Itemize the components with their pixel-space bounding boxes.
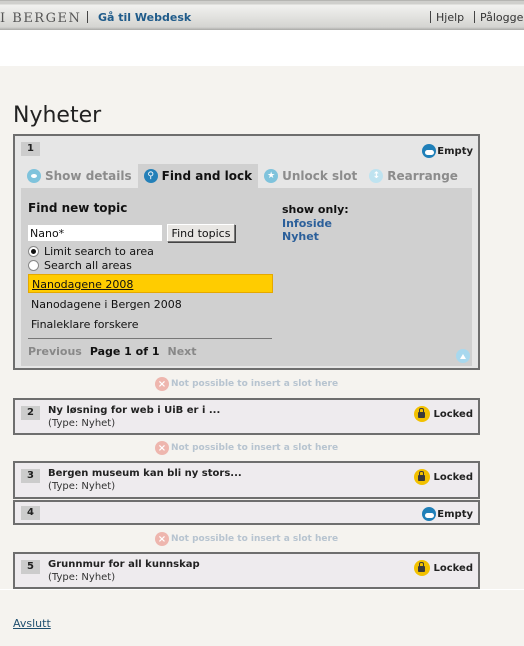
slot-1: 1 Empty Show details ⚲ Find and lock ★ U… (13, 134, 480, 370)
cloud-icon (422, 144, 437, 158)
radio-search-all[interactable]: Search all areas (28, 259, 132, 272)
eye-icon (27, 169, 41, 183)
close-icon: × (154, 441, 169, 455)
divider (0, 589, 524, 590)
status-label: Locked (433, 471, 474, 483)
slot-type: (Type: Nyhet) (48, 572, 116, 583)
filter-nyhet[interactable]: Nyhet (282, 230, 319, 243)
magnifier-icon: ⚲ (143, 169, 158, 183)
next-link[interactable]: Next (168, 345, 197, 358)
result-item[interactable]: Nanodagene i Bergen 2008 (28, 295, 273, 314)
tab-label: Rearrange (387, 169, 458, 183)
slot-status: Locked (413, 560, 474, 576)
lock-icon (413, 469, 430, 485)
find-topics-button[interactable]: Find topics (167, 224, 235, 242)
slot-4[interactable]: 4 Empty (13, 500, 480, 525)
slot-number: 5 (21, 560, 40, 574)
brand-logo-text: I BERGEN (0, 11, 82, 26)
tab-unlock-slot[interactable]: ★ Unlock slot (258, 164, 363, 188)
header-spacer (0, 30, 524, 66)
result-item[interactable]: Nanodagene 2008 (28, 274, 273, 293)
status-label: Locked (433, 408, 474, 420)
pager: Previous Page 1 of 1 Next (28, 345, 197, 358)
slot-status: Empty (422, 144, 473, 158)
tab-label: Find and lock (161, 169, 253, 183)
slot-status: Locked (413, 469, 474, 485)
slot-5[interactable]: 5 Grunnmur for all kunnskap (Type: Nyhet… (13, 552, 480, 589)
status-label: Empty (437, 508, 473, 520)
insert-note: × Not possible to insert a slot here (13, 377, 480, 391)
slot-number: 1 (21, 142, 40, 156)
slot-title: Ny løsning for web i UiB er i ... (48, 405, 221, 416)
find-heading: Find new topic (28, 201, 128, 215)
find-panel: Find new topic Find topics Limit search … (21, 188, 472, 366)
slot-status: Empty (422, 507, 473, 521)
radio-label: Limit search to area (44, 245, 154, 258)
lock-icon (413, 406, 430, 422)
tab-label: Show details (45, 169, 132, 183)
slot-2[interactable]: 2 Ny løsning for web i UiB er i ... (Typ… (13, 398, 480, 435)
slot-type: (Type: Nyhet) (48, 418, 116, 429)
tab-label: Unlock slot (282, 169, 358, 183)
filter-infoside[interactable]: Infoside (282, 217, 332, 230)
slot-title: Bergen museum kan bli ny stors... (48, 468, 242, 479)
collapse-up-icon[interactable] (456, 349, 470, 363)
page-indicator: Page 1 of 1 (89, 345, 160, 358)
slot-status: Locked (413, 406, 474, 422)
slot-title: Grunnmur for all kunnskap (48, 559, 200, 570)
slot-number: 3 (21, 469, 40, 483)
insert-note-text: Not possible to insert a slot here (170, 443, 339, 453)
radio-label: Search all areas (44, 259, 132, 272)
insert-note-text: Not possible to insert a slot here (170, 534, 339, 544)
webdesk-link[interactable]: Gå til Webdesk (98, 11, 191, 24)
divider (430, 11, 431, 23)
star-icon: ★ (264, 169, 279, 183)
help-link[interactable]: Hjelp (436, 11, 464, 24)
cloud-icon (422, 507, 437, 521)
divider (28, 338, 272, 339)
tab-find-and-lock[interactable]: ⚲ Find and lock (137, 164, 259, 188)
arrows-icon: ↕ (369, 169, 384, 183)
result-item[interactable]: Finaleklare forskere (28, 315, 273, 334)
top-bar: I BERGEN Gå til Webdesk Hjelp Pålogge (0, 0, 524, 30)
page-title: Nyheter (13, 103, 102, 128)
divider (474, 11, 475, 23)
insert-note: × Not possible to insert a slot here (13, 441, 480, 455)
slot-3[interactable]: 3 Bergen museum kan bli ny stors... (Typ… (13, 461, 480, 499)
close-icon: × (154, 532, 169, 546)
tab-show-details[interactable]: Show details (21, 164, 138, 188)
slot-number: 4 (21, 506, 40, 520)
close-icon: × (154, 377, 169, 391)
divider (87, 11, 88, 23)
slot-type: (Type: Nyhet) (48, 481, 116, 492)
status-label: Empty (437, 145, 473, 157)
search-input[interactable] (28, 225, 162, 241)
show-only-label: show only: (282, 203, 349, 216)
radio-button[interactable] (28, 260, 39, 271)
slot-tabs: Show details ⚲ Find and lock ★ Unlock sl… (21, 164, 464, 188)
insert-note-text: Not possible to insert a slot here (170, 379, 339, 389)
radio-limit-search[interactable]: Limit search to area (28, 245, 154, 258)
status-label: Locked (433, 562, 474, 574)
exit-link[interactable]: Avslutt (13, 617, 51, 630)
lock-icon (413, 560, 430, 576)
login-link[interactable]: Pålogge (480, 11, 523, 24)
tab-rearrange[interactable]: ↕ Rearrange (363, 164, 464, 188)
slot-number: 2 (21, 406, 40, 420)
insert-note: × Not possible to insert a slot here (13, 532, 480, 546)
previous-link[interactable]: Previous (28, 345, 82, 358)
radio-button[interactable] (28, 246, 39, 257)
